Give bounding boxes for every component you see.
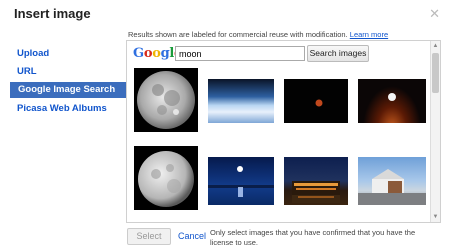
scroll-up-icon[interactable]: ▲ xyxy=(432,42,439,50)
lit-building-night-image[interactable] xyxy=(284,157,348,205)
license-notice-text: Results shown are labeled for commercial… xyxy=(128,30,348,39)
search-input[interactable] xyxy=(175,46,305,61)
results-panel: Google Search images xyxy=(126,40,441,223)
scroll-thumb[interactable] xyxy=(432,53,439,93)
sidebar-item-upload[interactable]: Upload xyxy=(17,48,49,59)
license-note: Only select images that you have confirm… xyxy=(210,228,416,247)
results-scrollbar[interactable]: ▲ ▼ xyxy=(430,41,440,222)
insert-image-dialog: Insert image ✕ Results shown are labeled… xyxy=(0,0,450,252)
moon-over-water-image[interactable] xyxy=(208,157,274,205)
sidebar-item-google-image-search[interactable]: Google Image Search xyxy=(10,82,134,98)
earth-horizon-image[interactable] xyxy=(208,79,274,123)
house-under-sky-image[interactable] xyxy=(358,157,426,205)
close-icon[interactable]: ✕ xyxy=(429,6,440,22)
sidebar-item-picasa-web-albums[interactable]: Picasa Web Albums xyxy=(17,103,107,114)
sidebar-item-url[interactable]: URL xyxy=(17,66,37,77)
cancel-link[interactable]: Cancel xyxy=(178,231,206,241)
full-moon-image[interactable] xyxy=(134,68,198,132)
dialog-title: Insert image xyxy=(14,6,91,21)
moon-closeup-image[interactable] xyxy=(134,146,198,210)
learn-more-link[interactable]: Learn more xyxy=(350,30,388,39)
scroll-down-icon[interactable]: ▼ xyxy=(432,213,439,221)
small-red-moon-image[interactable] xyxy=(284,79,348,123)
search-images-button[interactable]: Search images xyxy=(307,45,369,62)
select-button[interactable]: Select xyxy=(127,228,171,245)
license-notice: Results shown are labeled for commercial… xyxy=(128,30,388,39)
moon-over-horizon-image[interactable] xyxy=(358,79,426,123)
